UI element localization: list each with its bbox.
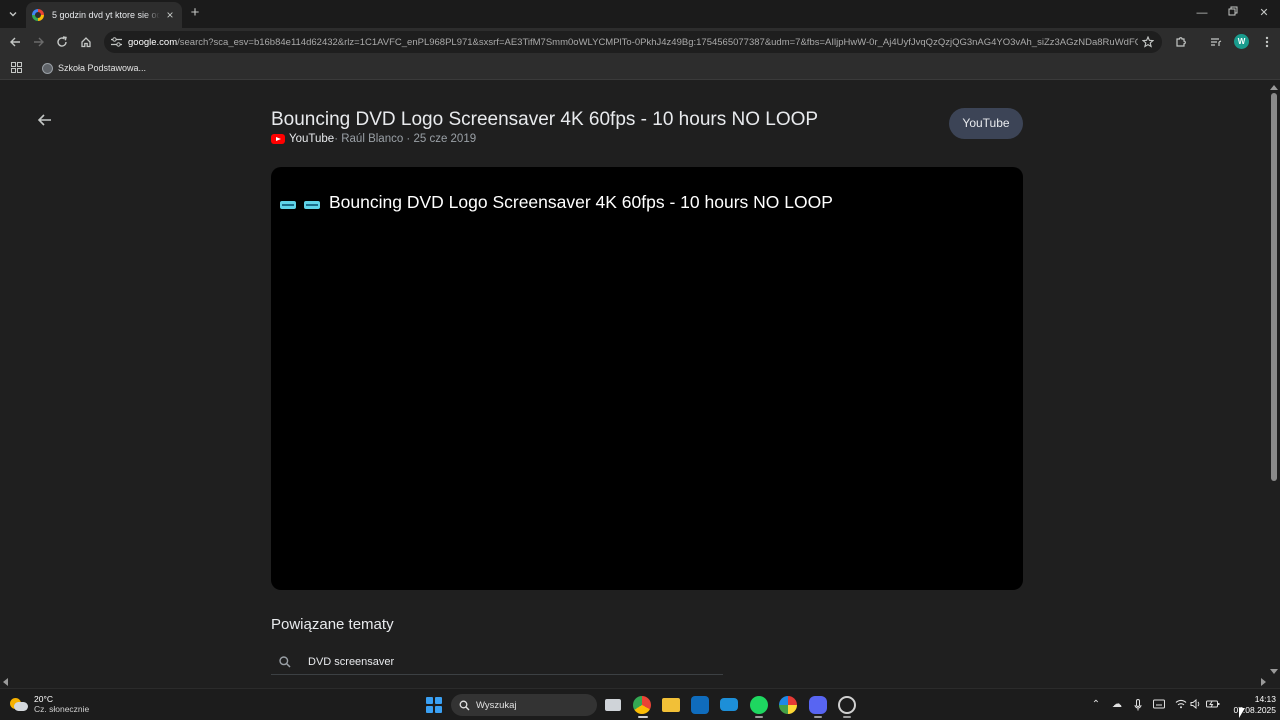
arrow-left-icon <box>10 37 20 47</box>
new-tab-button[interactable]: + <box>188 5 202 21</box>
address-bar[interactable]: google.com/search?sca_esv=b16b84e114d624… <box>104 31 1162 53</box>
tab-close-icon[interactable]: × <box>164 9 176 21</box>
tab-title: 5 godzin dvd yt ktore sie odbij... <box>52 10 160 20</box>
forward-button[interactable] <box>30 33 48 51</box>
mouse-cursor-icon <box>1239 708 1245 718</box>
video-meta: YouTube · Raúl Blanco · 25 cze 2019 <box>271 133 476 145</box>
bookmark-item[interactable]: Szkoła Podstawowa... <box>42 60 146 76</box>
onedrive-cloud-icon[interactable]: ☁ <box>1110 699 1124 711</box>
tab-search-button[interactable] <box>5 6 21 22</box>
chevron-down-icon <box>9 12 17 17</box>
vertical-scrollbar[interactable] <box>1268 81 1280 677</box>
scroll-right-arrow-icon[interactable] <box>1261 678 1266 686</box>
steam-running-indicator <box>843 716 851 718</box>
clock-date: 07.08.2025 <box>1233 705 1276 715</box>
open-youtube-button[interactable]: YouTube <box>949 108 1023 139</box>
scroll-up-arrow-icon[interactable] <box>1270 85 1278 90</box>
scrollbar-thumb[interactable] <box>1271 93 1277 481</box>
school-favicon-icon <box>42 62 53 74</box>
partly-sunny-icon <box>10 697 28 712</box>
discord-running-indicator <box>814 716 822 718</box>
youtube-logo-icon <box>271 134 285 144</box>
remote-desktop-icon[interactable] <box>720 698 738 711</box>
related-topic-label: DVD screensaver <box>308 655 395 668</box>
video-source: YouTube <box>289 133 335 145</box>
chrome-active-indicator <box>638 716 648 718</box>
extensions-button[interactable] <box>1172 33 1190 51</box>
video-player[interactable]: Bouncing DVD Logo Screensaver 4K 60fps -… <box>271 167 1023 590</box>
profile-avatar[interactable]: W <box>1234 34 1249 49</box>
channel-logo-icon <box>280 201 320 209</box>
bookmarks-bar: Szkoła Podstawowa... <box>0 56 1280 80</box>
close-window-button[interactable]: ✕ <box>1254 4 1274 22</box>
apps-grid-icon[interactable] <box>11 62 22 73</box>
home-button[interactable] <box>77 33 95 51</box>
arrow-right-icon <box>34 37 44 47</box>
steam-icon[interactable] <box>838 696 856 714</box>
back-to-results-button[interactable] <box>36 111 54 129</box>
tab-strip: 5 godzin dvd yt ktore sie odbij... × + —… <box>0 0 1280 28</box>
show-hidden-icons-chevron-icon[interactable]: ⌃ <box>1089 699 1103 711</box>
weather-widget[interactable]: 20°C Cz. słonecznie <box>10 694 89 715</box>
video-title[interactable]: Bouncing DVD Logo Screensaver 4K 60fps -… <box>271 109 818 131</box>
minimize-button[interactable]: — <box>1192 4 1212 22</box>
clock-time: 14:13 <box>1254 694 1276 704</box>
url-domain: google.com <box>128 36 178 48</box>
windows-taskbar: 20°C Cz. słonecznie Wyszukaj ⌃ ☁ 14:13 0… <box>0 688 1280 720</box>
page-content: Bouncing DVD Logo Screensaver 4K 60fps -… <box>0 81 1268 677</box>
horizontal-scrollbar[interactable] <box>0 677 1268 687</box>
related-topic-item[interactable]: DVD screensaver <box>271 649 723 675</box>
system-clock[interactable]: 14:13 07.08.2025 <box>1222 694 1276 716</box>
back-button[interactable] <box>6 33 24 51</box>
reload-icon <box>57 36 67 47</box>
task-view-icon[interactable] <box>605 699 621 711</box>
search-icon <box>459 700 470 710</box>
search-placeholder: Wyszukaj <box>476 699 517 711</box>
chrome-taskbar-icon[interactable] <box>633 696 651 714</box>
reload-button[interactable] <box>53 33 71 51</box>
url-text[interactable]: google.com/search?sca_esv=b16b84e114d624… <box>128 37 1138 48</box>
browser-toolbar: google.com/search?sca_esv=b16b84e114d624… <box>0 28 1280 56</box>
scroll-down-arrow-icon[interactable] <box>1270 669 1278 674</box>
tune-icon[interactable] <box>111 37 122 47</box>
colorful-app-icon[interactable] <box>779 696 797 714</box>
media-queue-icon <box>1211 38 1222 46</box>
search-icon <box>279 655 291 668</box>
input-indicator-icon[interactable] <box>1152 699 1166 711</box>
puzzle-icon <box>1176 37 1186 47</box>
arrow-left-icon <box>37 114 51 126</box>
video-channel-date: · Raúl Blanco · 25 cze 2019 <box>334 133 477 145</box>
url-path: /search?sca_esv=b16b84e114d62432&rlz=1C1… <box>177 36 1138 48</box>
spotify-icon[interactable] <box>750 696 768 714</box>
kebab-icon <box>1265 36 1269 48</box>
restore-button[interactable] <box>1223 4 1243 22</box>
wifi-icon[interactable] <box>1174 699 1188 711</box>
weather-description: Cz. słonecznie <box>34 704 90 714</box>
start-button[interactable] <box>426 697 442 713</box>
microphone-icon[interactable] <box>1131 699 1145 711</box>
file-explorer-icon[interactable] <box>662 698 680 712</box>
taskbar-search[interactable]: Wyszukaj <box>451 694 597 716</box>
volume-icon[interactable] <box>1189 698 1203 711</box>
star-icon[interactable] <box>1142 36 1154 48</box>
scroll-left-arrow-icon[interactable] <box>3 678 8 686</box>
battery-charging-icon[interactable] <box>1206 699 1220 711</box>
related-topics-heading: Powiązane tematy <box>271 616 394 633</box>
google-favicon-icon <box>32 9 44 21</box>
restore-icon <box>1228 6 1238 16</box>
bookmark-label: Szkoła Podstawowa... <box>58 63 147 73</box>
home-icon <box>81 37 91 48</box>
player-title[interactable]: Bouncing DVD Logo Screensaver 4K 60fps -… <box>329 192 833 213</box>
spotify-running-indicator <box>755 716 763 718</box>
menu-button[interactable] <box>1258 33 1276 51</box>
discord-icon[interactable] <box>809 696 827 714</box>
tab-active[interactable]: 5 godzin dvd yt ktore sie odbij... × <box>26 2 182 28</box>
weather-temperature: 20°C <box>34 694 53 704</box>
media-controls-button[interactable] <box>1207 33 1225 51</box>
outlook-icon[interactable] <box>691 696 709 714</box>
